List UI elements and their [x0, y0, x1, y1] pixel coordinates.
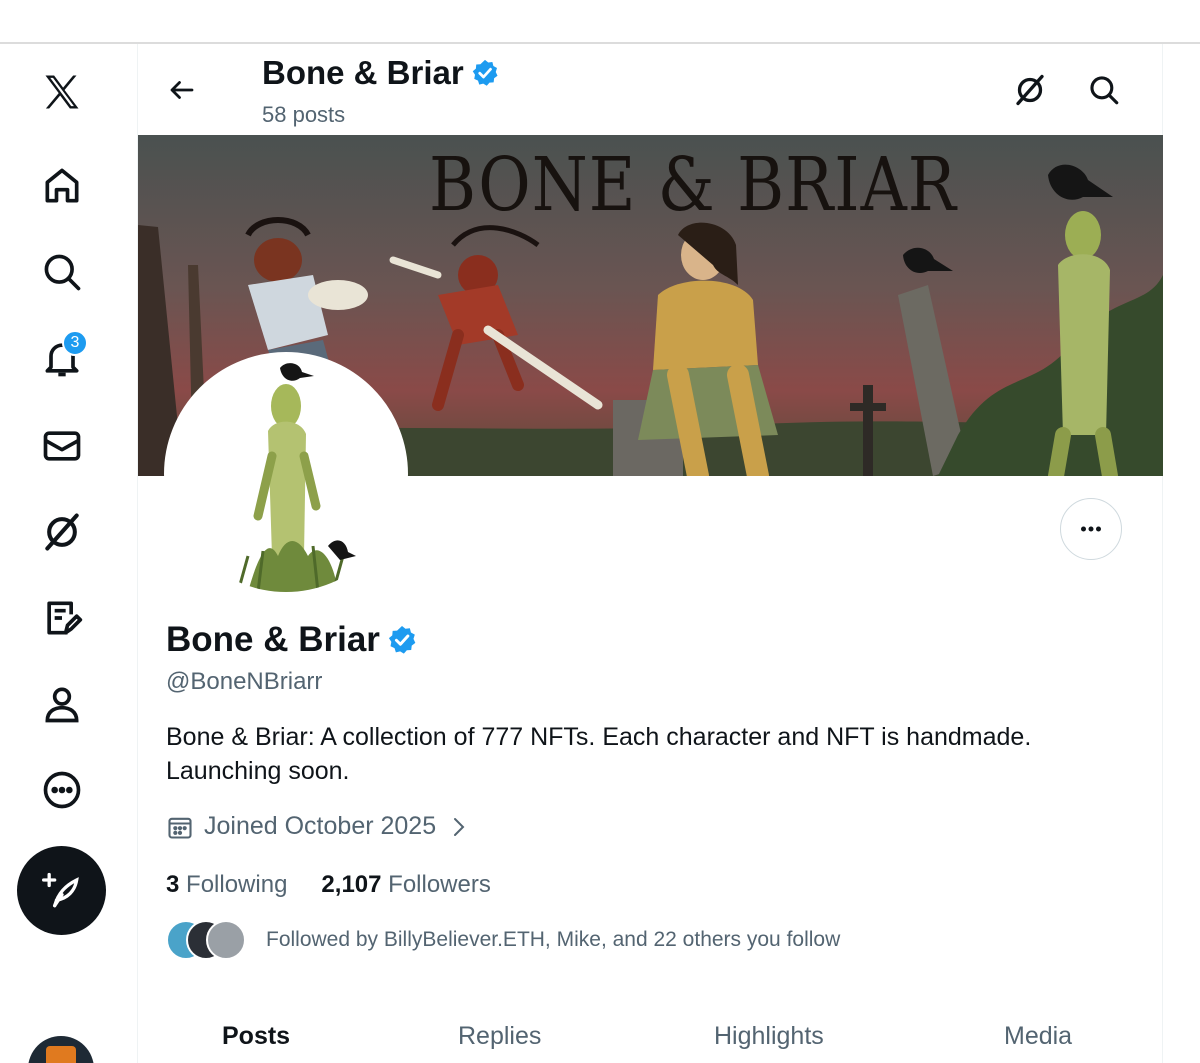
notifications-bell-icon[interactable]: 3: [36, 330, 88, 384]
profile-main-column: Bone & Briar 58 posts BONE & BRIAR Bone …: [138, 44, 1163, 1063]
profile-header-bar: Bone & Briar 58 posts: [138, 44, 1163, 135]
followers-link[interactable]: 2,107 Followers: [321, 871, 490, 899]
grok-icon[interactable]: [1008, 68, 1052, 112]
followed-by[interactable]: Followed by BillyBeliever.ETH, Mike, and…: [166, 920, 840, 960]
account-avatar[interactable]: [28, 1036, 94, 1063]
joined-date[interactable]: Joined October 2025: [166, 812, 470, 841]
header-name-text: Bone & Briar: [262, 54, 464, 91]
more-options-button[interactable]: [1060, 498, 1122, 560]
verified-badge-icon: [388, 626, 416, 654]
profile-name-text: Bone & Briar: [166, 620, 380, 659]
calendar-icon: [168, 817, 192, 839]
browser-top-strip: [0, 0, 1200, 44]
header-posts-count: 58 posts: [262, 102, 346, 127]
follow-stats: 3 Following 2,107 Followers: [166, 871, 491, 899]
joined-date-text: Joined October 2025: [204, 812, 437, 840]
profile-bio: Bone & Briar: A collection of 777 NFTs. …: [166, 723, 1032, 785]
tab-posts[interactable]: Posts: [222, 1022, 290, 1051]
follower-avatar: [206, 920, 246, 960]
grok-icon[interactable]: [36, 506, 88, 558]
profile-icon[interactable]: [36, 678, 88, 730]
tab-replies[interactable]: Replies: [458, 1022, 541, 1051]
compose-feather-icon: [41, 872, 79, 907]
more-horizontal-icon: [1081, 526, 1101, 532]
verified-badge-icon: [472, 59, 498, 86]
notification-badge: 3: [62, 330, 88, 356]
profile-handle: @BoneNBriarr: [166, 668, 323, 695]
mail-icon[interactable]: [36, 420, 88, 472]
profile-avatar[interactable]: [164, 352, 408, 596]
following-label: Following: [186, 871, 288, 898]
profile-name: Bone & Briar: [166, 620, 418, 660]
compose-post-button[interactable]: [17, 846, 106, 935]
tab-highlights[interactable]: Highlights: [714, 1022, 824, 1051]
search-icon[interactable]: [1082, 68, 1126, 112]
following-link[interactable]: 3 Following: [166, 871, 287, 899]
header-title: Bone & Briar: [262, 54, 500, 92]
more-circle-icon[interactable]: [36, 764, 88, 816]
lists-icon[interactable]: [36, 592, 88, 644]
back-arrow-icon[interactable]: [160, 68, 204, 112]
followed-by-text: Followed by BillyBeliever.ETH, Mike, and…: [266, 928, 841, 951]
profile-tabs: Posts Replies Highlights Media: [138, 1004, 1163, 1063]
followers-label: Followers: [388, 871, 491, 898]
chevron-right-icon: [454, 817, 465, 836]
left-sidebar: 3: [0, 44, 138, 1063]
home-icon[interactable]: [36, 160, 88, 212]
following-count: 3: [166, 871, 180, 898]
followers-count: 2,107: [321, 871, 382, 898]
search-icon[interactable]: [36, 246, 88, 298]
banner-title-art: BONE & BRIAR: [429, 143, 957, 229]
follower-avatars: [166, 920, 246, 960]
x-logo-icon[interactable]: [36, 66, 88, 118]
avatar-artwork: [168, 356, 404, 592]
tab-media[interactable]: Media: [1004, 1022, 1072, 1051]
